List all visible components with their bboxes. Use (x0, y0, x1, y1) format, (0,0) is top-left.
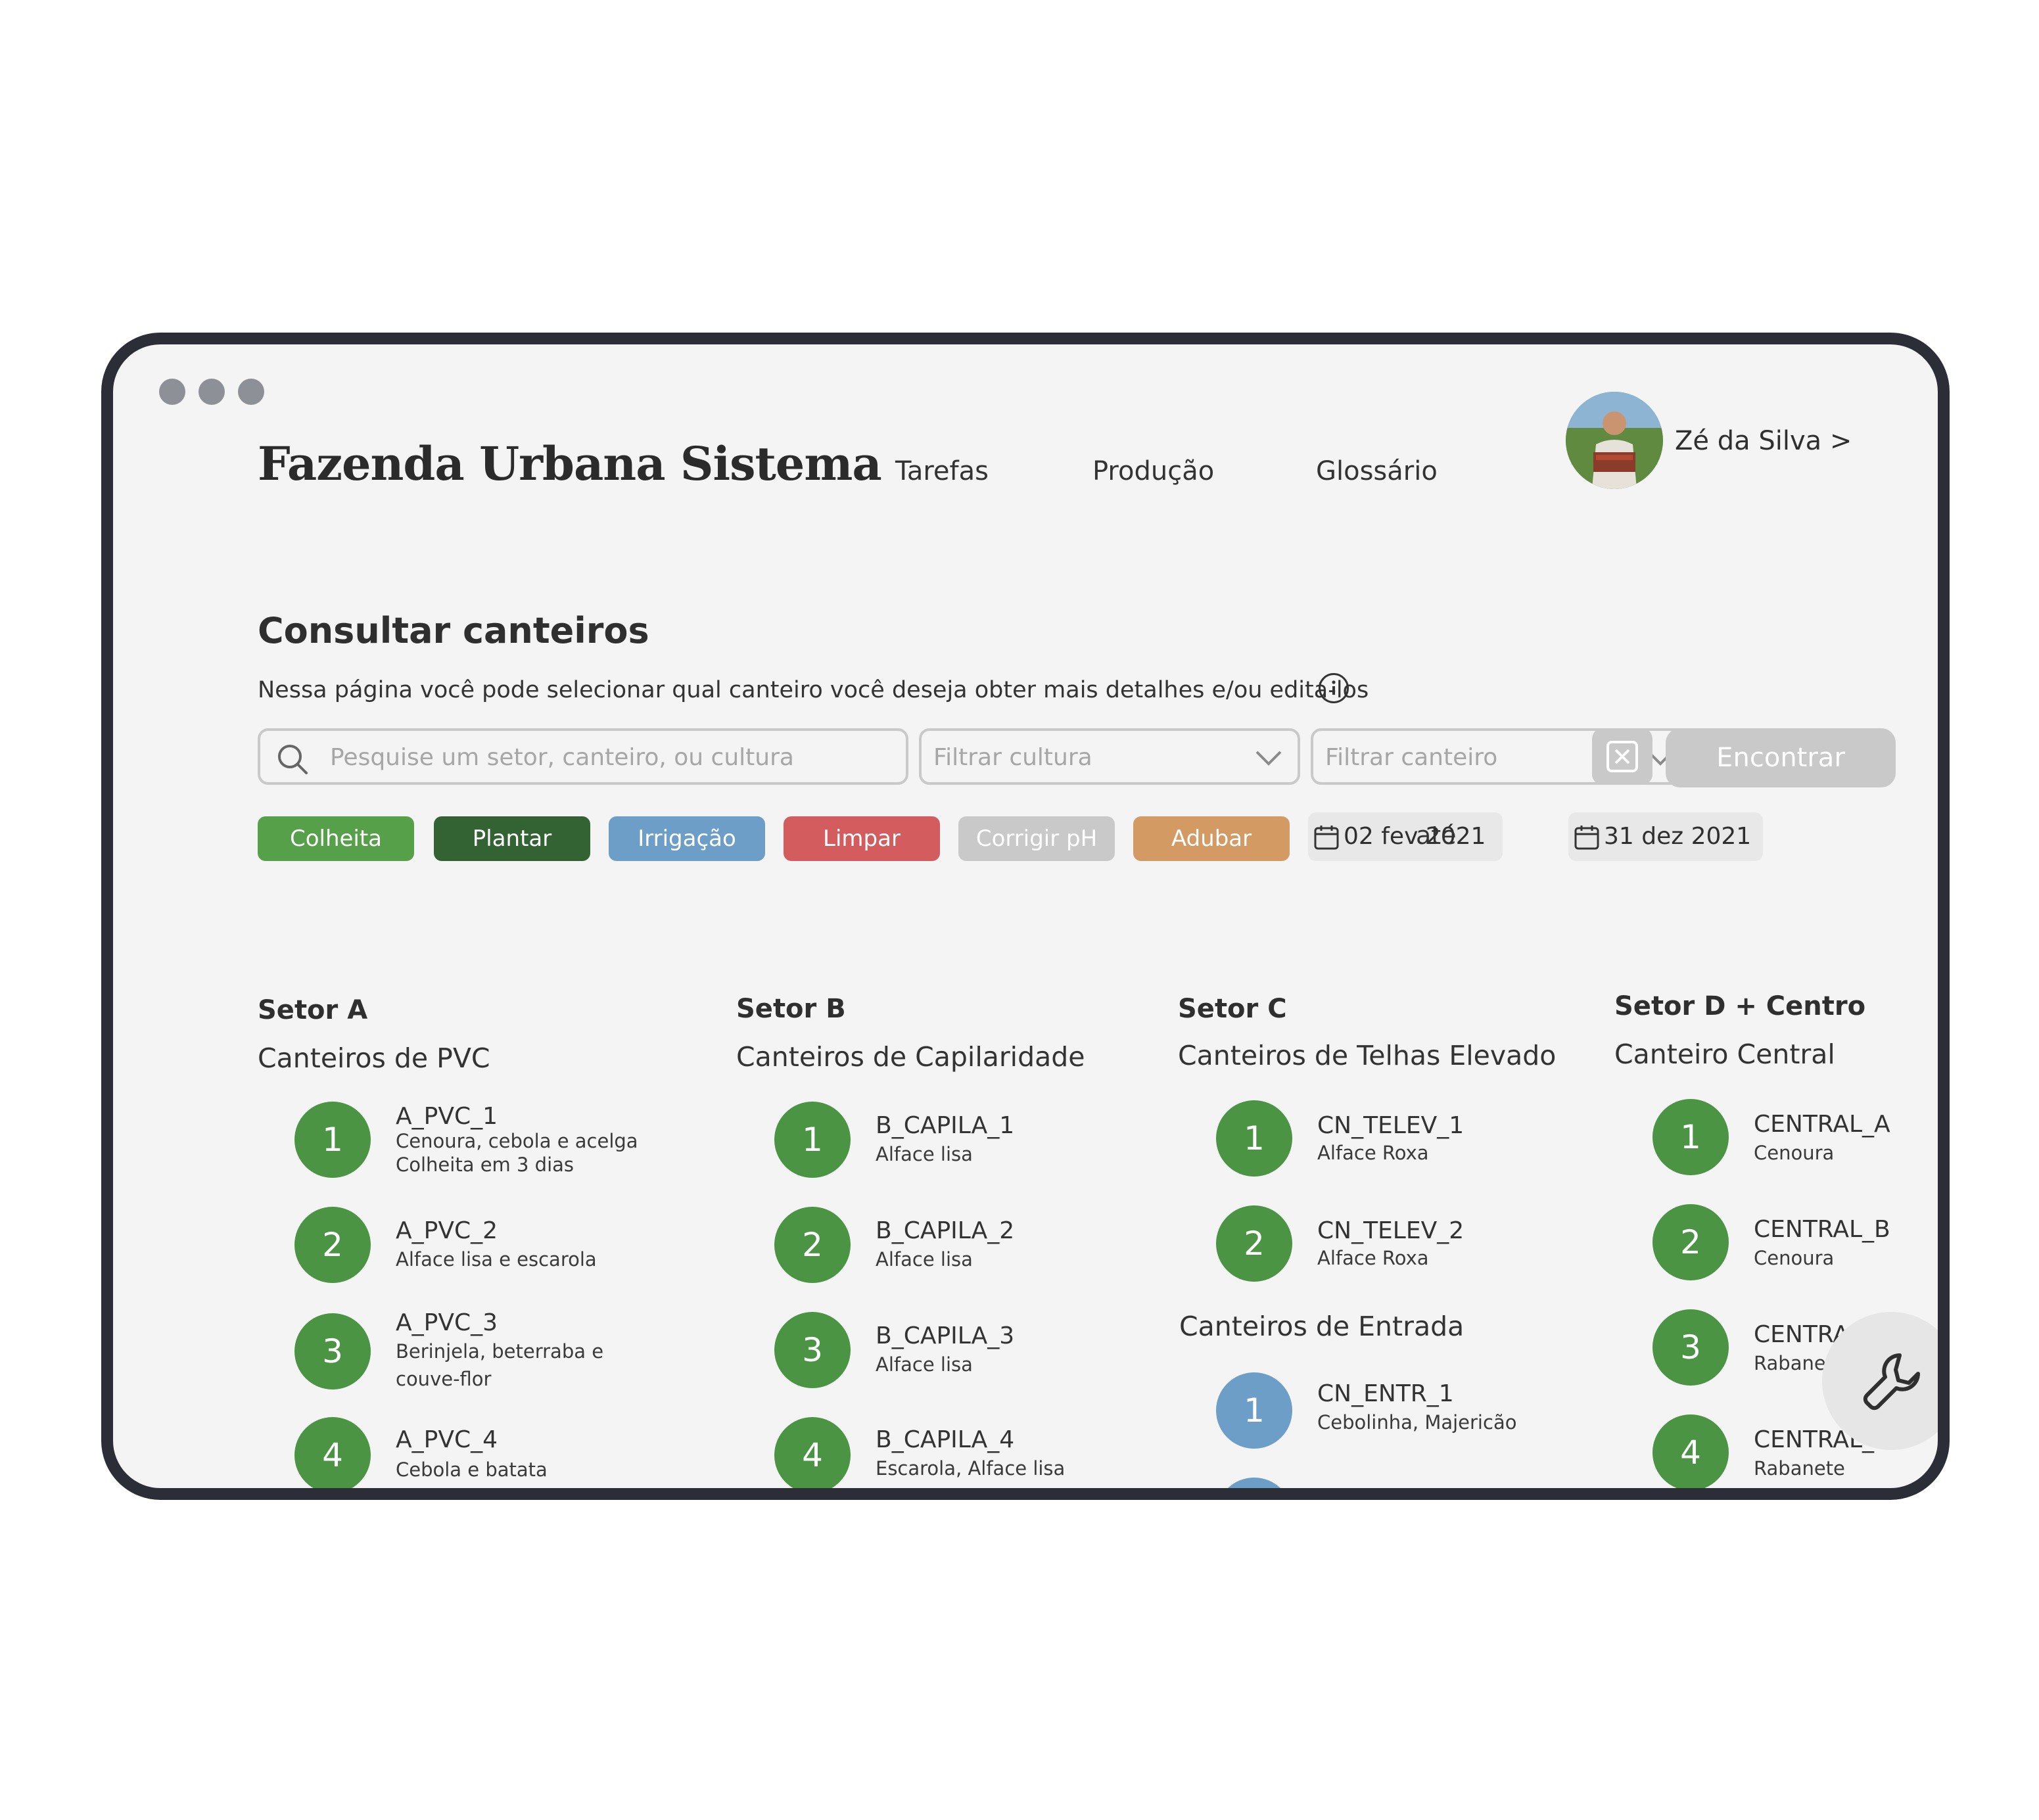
item-number-badge: 1 (1652, 1099, 1729, 1175)
item-number-badge: 3 (774, 1312, 851, 1388)
user-menu[interactable]: Zé da Silva > (1675, 426, 1852, 456)
group-title-central: Canteiro Central (1614, 1038, 1835, 1070)
item-name: A_PVC_4 (396, 1426, 498, 1453)
sector-title-d: Setor D + Centro (1614, 991, 1866, 1021)
item-name: A_PVC_1 (396, 1103, 498, 1130)
chip-irrigacao[interactable]: Irrigação (609, 816, 765, 861)
culture-filter-placeholder: Filtrar cultura (933, 744, 1092, 771)
app-window: Fazenda Urbana Sistema Tarefas Produção … (101, 333, 1950, 1500)
item-desc: Colheita em 3 dias (396, 1154, 574, 1176)
item-number-badge: 4 (774, 1417, 851, 1488)
culture-filter-select[interactable]: Filtrar cultura (919, 728, 1300, 785)
item-name: A_PVC_3 (396, 1309, 498, 1336)
item-desc: Cenoura (1754, 1247, 1835, 1269)
group-title-pvc: Canteiros de PVC (258, 1042, 490, 1074)
sector-title-c: Setor C (1178, 994, 1287, 1024)
item-desc: couve-flor (396, 1368, 492, 1390)
wrench-icon (1863, 1353, 1920, 1411)
search-icon (278, 745, 308, 774)
item-number-badge: 3 (294, 1313, 371, 1389)
chip-plantar[interactable]: Plantar (434, 816, 590, 861)
tools-button[interactable] (1822, 1312, 1938, 1450)
clear-filters-icon (1606, 741, 1638, 772)
item-name: A_PVC_2 (396, 1217, 498, 1244)
calendar-icon (1314, 826, 1339, 850)
item-name: CN_ENTR_2 (1317, 1485, 1454, 1500)
app-title: Fazenda Urbana Sistema (258, 436, 882, 491)
item-name: CN_TELEV_1 (1317, 1112, 1465, 1139)
item-desc: Cebolinha, Majericão (1317, 1411, 1517, 1434)
date-from-value: 02 fev 2021 (1344, 823, 1486, 850)
chip-adubar[interactable]: Adubar (1133, 816, 1290, 861)
window-dot-maximize[interactable] (238, 379, 264, 405)
item-name: B_CAPILA_1 (876, 1112, 1015, 1139)
item-desc: Alface lisa (876, 1353, 973, 1376)
item-number-badge: 1 (1216, 1372, 1292, 1449)
item-desc: Alface Roxa (1317, 1247, 1429, 1269)
item-number-badge: 3 (1652, 1309, 1729, 1386)
item-number-badge: 1 (1216, 1100, 1292, 1177)
item-desc: Cenoura, cebola e acelga (396, 1130, 638, 1152)
window-dot-minimize[interactable] (199, 379, 225, 405)
item-number-badge: 1 (294, 1102, 371, 1178)
window-dot-close[interactable] (159, 379, 185, 405)
date-from[interactable]: 02 fev 2021 (1308, 812, 1503, 861)
group-title-entrada: Canteiros de Entrada (1179, 1311, 1465, 1342)
bed-filter-placeholder: Filtrar canteiro (1325, 744, 1498, 771)
chip-colheita[interactable]: Colheita (258, 816, 414, 861)
item-number-badge: 1 (774, 1102, 851, 1178)
group-title-telhas: Canteiros de Telhas Elevado (1178, 1040, 1557, 1071)
item-name: CN_TELEV_2 (1317, 1217, 1465, 1244)
date-separator: até (1416, 821, 1457, 850)
item-number-badge: 2 (1216, 1205, 1292, 1282)
chip-corrigir-ph[interactable]: Corrigir pH (958, 816, 1115, 861)
item-name: CENTRAL_B (1754, 1216, 1890, 1243)
chevron-down-icon (1255, 751, 1282, 766)
item-desc: Alface lisa (876, 1248, 973, 1271)
group-title-capilaridade: Canteiros de Capilaridade (736, 1041, 1085, 1073)
item-name: CN_ENTR_1 (1317, 1380, 1454, 1407)
clear-filters-button[interactable] (1592, 728, 1652, 785)
item-desc: Cenoura (1754, 1142, 1835, 1164)
nav-glossario[interactable]: Glossário (1316, 456, 1438, 486)
chip-limpar[interactable]: Limpar (784, 816, 940, 861)
page-description: Nessa página você pode selecionar qual c… (258, 677, 1369, 703)
item-number-badge: 2 (1652, 1204, 1729, 1280)
date-to-value: 31 dez 2021 (1604, 823, 1752, 850)
nav-tarefas[interactable]: Tarefas (895, 456, 989, 486)
date-to[interactable]: 31 dez 2021 (1568, 812, 1763, 861)
search-placeholder: Pesquise um setor, canteiro, ou cultura (330, 744, 794, 771)
item-desc: Alface lisa (876, 1143, 973, 1165)
nav-producao[interactable]: Produção (1092, 456, 1214, 486)
item-desc: Rabanete (1754, 1457, 1845, 1480)
item-number-badge: 2 (294, 1207, 371, 1283)
item-name: B_CAPILA_2 (876, 1217, 1015, 1244)
avatar[interactable] (1566, 392, 1663, 489)
page-title: Consultar canteiros (258, 610, 649, 651)
item-number-badge: 2 (774, 1207, 851, 1283)
item-name: B_CAPILA_3 (876, 1322, 1015, 1349)
item-desc: Cebola e batata (396, 1458, 548, 1481)
item-desc: Alface lisa e escarola (396, 1248, 597, 1271)
sector-title-a: Setor A (258, 995, 368, 1025)
info-icon[interactable] (1319, 673, 1349, 703)
item-number-badge: 4 (1652, 1414, 1729, 1488)
search-input[interactable]: Pesquise um setor, canteiro, ou cultura (258, 728, 908, 785)
item-number-badge: 4 (294, 1417, 371, 1488)
find-button[interactable]: Encontrar (1666, 728, 1896, 787)
item-desc: Alface Roxa (1317, 1142, 1429, 1164)
item-desc: Berinjela, beterraba e (396, 1340, 604, 1363)
item-name: CENTRAL_A (1754, 1111, 1890, 1138)
item-number-badge: 2 (1216, 1478, 1292, 1488)
calendar-icon (1574, 826, 1599, 850)
sector-title-b: Setor B (736, 994, 846, 1024)
item-name: B_CAPILA_4 (876, 1426, 1015, 1453)
item-desc: Escarola, Alface lisa (876, 1457, 1066, 1480)
